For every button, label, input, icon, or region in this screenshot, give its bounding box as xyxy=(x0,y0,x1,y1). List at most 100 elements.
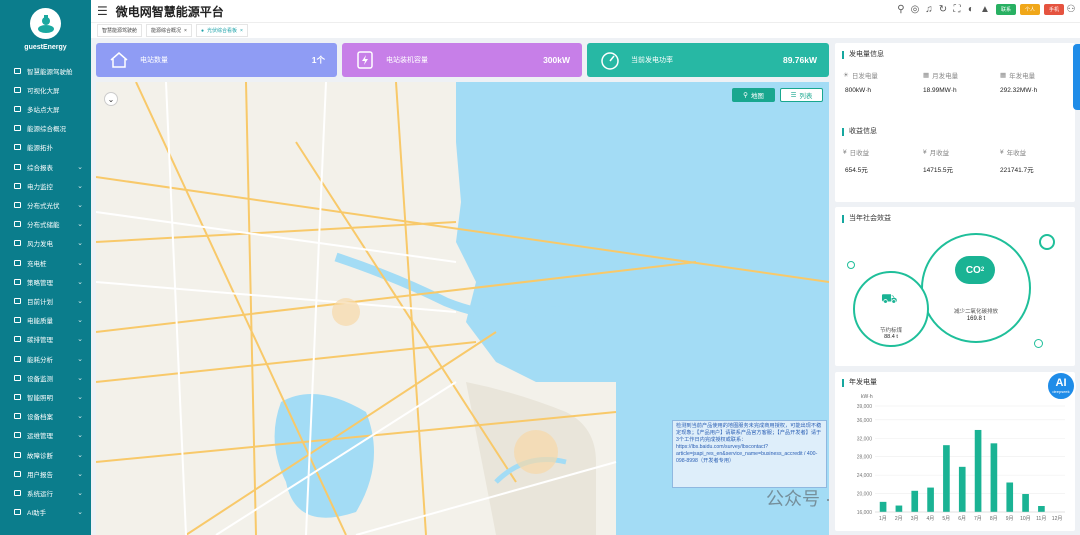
list-view-button[interactable]: ☰ 列表 xyxy=(780,88,823,102)
contact-badge[interactable]: 联系 xyxy=(995,4,1016,15)
menu-icon xyxy=(14,144,21,151)
sidebar-item[interactable]: 策略管理 ⌄ xyxy=(0,272,91,291)
sidebar-item-label: 策略管理 xyxy=(27,279,53,287)
x-tick-label: 2月 xyxy=(895,516,903,522)
bar xyxy=(958,466,966,512)
social-benefit-card: 当年社会效益 CO 2 减少二氧化碳排放 169.8 t ⛟ 节约标煤 88.4 … xyxy=(835,207,1075,366)
sidebar-item[interactable]: 能源拓扑 xyxy=(0,138,91,157)
chevron-down-icon: ⌄ xyxy=(77,221,83,229)
bar xyxy=(1038,506,1045,512)
generation-title: 发电量信息 xyxy=(842,51,884,59)
monthly-income-value: 14715.5元 xyxy=(923,167,953,174)
y-tick-label: 36,000 xyxy=(857,418,873,424)
sidebar-item[interactable]: 风力发电 ⌄ xyxy=(0,234,91,253)
sidebar-item[interactable]: 分布式储能 ⌄ xyxy=(0,215,91,234)
chevron-down-icon: ⌄ xyxy=(77,355,83,363)
refresh-icon[interactable]: ↻ xyxy=(936,4,950,15)
co2-circle xyxy=(921,233,1031,343)
coin-icon: ¥ xyxy=(1000,148,1004,156)
monthly-generation-label: ▦ 月发电量 xyxy=(923,70,958,80)
menu-toggle-icon[interactable]: ☰ xyxy=(97,4,108,18)
station-map[interactable]: ⌄ ⚲ 地图 ☰ 列表 检测到当前产品使用的地图服务未完成商用授权，可能出现不稳定现… xyxy=(96,82,829,535)
logo xyxy=(30,8,61,39)
sidebar-item[interactable]: 可视化大屏 xyxy=(0,80,91,99)
menu-icon xyxy=(14,278,21,285)
sidebar-item[interactable]: 系统运行 ⌄ xyxy=(0,483,91,502)
bar xyxy=(1006,482,1014,512)
deco-circle xyxy=(847,261,855,269)
sidebar-item[interactable]: 故障诊断 ⌄ xyxy=(0,445,91,464)
map-collapse-button[interactable]: ⌄ xyxy=(104,92,118,106)
x-tick-label: 8月 xyxy=(990,516,998,522)
tab-cockpit[interactable]: 智慧能源驾驶舱 xyxy=(97,24,143,37)
x-tick-label: 9月 xyxy=(1006,516,1014,522)
sidebar-item[interactable]: 碳排管理 ⌄ xyxy=(0,330,91,349)
deco-circle xyxy=(1039,234,1055,250)
chevron-down-icon: ⌄ xyxy=(77,317,83,325)
chevron-down-icon: ⌄ xyxy=(77,470,83,478)
list-view-label: 列表 xyxy=(799,93,813,100)
sidebar-item[interactable]: 能耗分析 ⌄ xyxy=(0,349,91,368)
stat-label: 电站装机容量 xyxy=(386,57,428,64)
sidebar-item[interactable]: 充电桩 ⌄ xyxy=(0,253,91,272)
calendar-icon: ▦ xyxy=(923,72,930,79)
bar xyxy=(974,429,982,512)
map-view-button[interactable]: ⚲ 地图 xyxy=(732,88,775,102)
menu-icon xyxy=(14,182,21,189)
tab-overview[interactable]: 能源综合概况 × xyxy=(146,24,192,37)
sidebar-item-label: 能源拓扑 xyxy=(27,145,53,153)
coal-value: 88.4 t xyxy=(884,334,898,340)
sidebar-item[interactable]: 电能质量 ⌄ xyxy=(0,311,91,330)
sidebar-item[interactable]: 目前计划 ⌄ xyxy=(0,291,91,310)
bar xyxy=(990,443,998,512)
yearly-income-label: ¥ 年收益 xyxy=(1000,147,1026,158)
chevron-down-icon: ⌄ xyxy=(77,163,83,171)
x-tick-label: 11月 xyxy=(1036,516,1046,522)
sidebar-item[interactable]: 多站点大屏 xyxy=(0,99,91,118)
shirt-icon[interactable]: ▲ xyxy=(978,4,992,15)
chevron-down-icon: ⌄ xyxy=(77,259,83,267)
personal-badge[interactable]: 个人 xyxy=(1019,4,1040,15)
sidebar-item-label: 充电桩 xyxy=(27,260,47,268)
y-tick-label: 39,000 xyxy=(857,404,873,410)
sidebar-item[interactable]: 设备监测 ⌄ xyxy=(0,368,91,387)
tab-pv-board[interactable]: ● 光伏综合看板 × xyxy=(195,24,248,37)
sidebar-item[interactable]: 能源综合概况 xyxy=(0,119,91,138)
right-edge-widget[interactable] xyxy=(1073,44,1080,110)
generation-card: 发电量信息 ☀ 日发电量 800kW·h ▦ 月发电量 18.99MW·h ▦ 年发电… xyxy=(835,43,1075,202)
fullscreen-icon[interactable]: ⛶ xyxy=(950,4,964,15)
sidebar-item[interactable]: 用户报告 ⌄ xyxy=(0,464,91,483)
yearly-income-value: 221741.7元 xyxy=(1000,167,1034,174)
sidebar-item[interactable]: 电力监控 ⌄ xyxy=(0,176,91,195)
sidebar-item[interactable]: AI助手 ⌄ xyxy=(0,503,91,522)
chevron-down-icon: ⌄ xyxy=(77,278,83,286)
chevron-down-icon: ⌄ xyxy=(77,413,83,421)
x-tick-label: 7月 xyxy=(974,516,982,522)
sidebar-item-label: 设备监测 xyxy=(27,375,53,383)
tab-close-icon[interactable]: × xyxy=(184,28,187,34)
chevron-down-icon: ⌄ xyxy=(77,432,83,440)
theme-icon[interactable]: ◐ xyxy=(964,4,978,15)
sidebar-item[interactable]: 分布式光伏 ⌄ xyxy=(0,195,91,214)
wechat-watermark: 公众号 · 零碳微观 xyxy=(766,489,829,509)
chevron-down-icon: ⌄ xyxy=(77,182,83,190)
user-icon[interactable]: ⚇ xyxy=(1064,4,1078,15)
daily-generation-value: 800kW·h xyxy=(845,87,872,94)
kpi-label: 年发电量 xyxy=(1009,73,1036,80)
map-view-label: 地图 xyxy=(750,93,764,100)
sidebar-item[interactable]: 综合报表 ⌄ xyxy=(0,157,91,176)
ai-assistant-button[interactable]: AI deepseek xyxy=(1046,371,1076,401)
y-tick-label: 24,000 xyxy=(857,473,873,479)
sidebar-item[interactable]: 智慧能源驾驶舱 xyxy=(0,61,91,80)
globe-icon[interactable]: ◎ xyxy=(908,4,922,15)
menu-icon xyxy=(14,201,21,208)
co2-value: 169.8 t xyxy=(966,316,986,322)
sidebar-item[interactable]: 运维管理 ⌄ xyxy=(0,426,91,445)
sidebar-item[interactable]: 智能照明 ⌄ xyxy=(0,387,91,406)
volume-icon[interactable]: ♫ xyxy=(922,4,936,15)
search-icon[interactable]: ⚲ xyxy=(894,4,908,15)
sidebar-item[interactable]: 设备档案 ⌄ xyxy=(0,407,91,426)
tab-close-icon[interactable]: × xyxy=(240,28,243,34)
phone-badge[interactable]: 手机 xyxy=(1043,4,1064,15)
menu-icon xyxy=(14,336,21,343)
